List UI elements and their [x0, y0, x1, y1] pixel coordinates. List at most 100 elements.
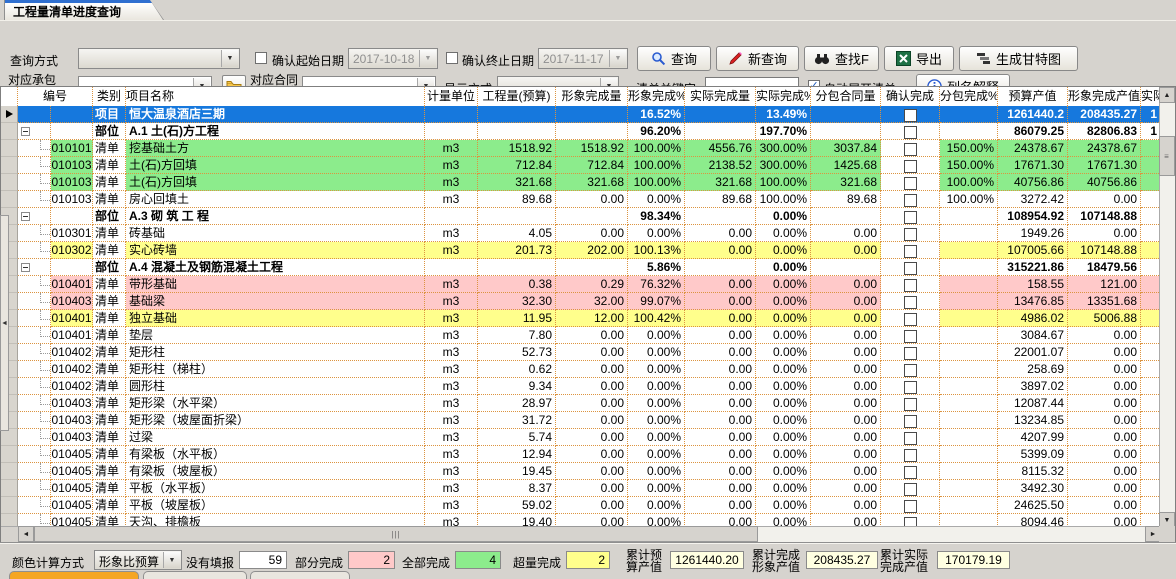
cell-aval[interactable] — [1141, 225, 1161, 242]
cell-bval[interactable]: 4207.99 — [998, 429, 1068, 446]
cell-actp[interactable]: 0.00% — [756, 480, 811, 497]
cell-subp[interactable] — [940, 378, 998, 395]
cell-no[interactable]: 010401 — [51, 327, 93, 344]
cell-actp[interactable]: 0.00% — [756, 208, 811, 225]
vertical-scroll-thumb[interactable]: ≡ — [1159, 136, 1175, 176]
tree-gutter[interactable] — [18, 310, 51, 327]
cell-unit[interactable]: m3 — [425, 412, 478, 429]
column-header-subq[interactable]: 分包合同量 — [811, 87, 881, 106]
column-header-actp[interactable]: 实际完成% — [756, 87, 811, 106]
column-header-qty[interactable]: 工程量(预算) — [478, 87, 556, 106]
cell-aval[interactable] — [1141, 259, 1161, 276]
cell-cat[interactable]: 清单 — [93, 191, 126, 208]
cell-subq[interactable]: 0.00 — [811, 412, 881, 429]
cell-name[interactable]: 有梁板（坡屋板） — [126, 463, 425, 480]
cell-unit[interactable]: m3 — [425, 395, 478, 412]
cell-no[interactable]: 010403 — [51, 412, 93, 429]
cell-ival[interactable]: 121.00 — [1068, 276, 1141, 293]
cell-unit[interactable]: m3 — [425, 157, 478, 174]
grid-row[interactable]: 010403清单矩形梁（水平梁）m328.970.000.00%0.000.00… — [1, 395, 1161, 412]
cell-actp[interactable]: 0.00% — [756, 463, 811, 480]
cell-aval[interactable] — [1141, 344, 1161, 361]
cell-no[interactable] — [51, 259, 93, 276]
cell-no[interactable]: 010401 — [51, 276, 93, 293]
cell-name[interactable]: A.3 砌 筑 工 程 — [126, 208, 425, 225]
row-indicator[interactable] — [1, 157, 18, 174]
cell-ival[interactable]: 24378.67 — [1068, 140, 1141, 157]
cell-cat[interactable]: 项目 — [93, 106, 126, 123]
cell-imgq[interactable] — [556, 259, 628, 276]
cell-unit[interactable]: m3 — [425, 293, 478, 310]
grid-row[interactable]: 010103清单土(石)方回填m3712.84712.84100.00%2138… — [1, 157, 1161, 174]
cell-imgp[interactable]: 0.00% — [628, 429, 685, 446]
cell-imgq[interactable]: 32.00 — [556, 293, 628, 310]
cell-no[interactable]: 010403 — [51, 395, 93, 412]
tree-gutter[interactable] — [18, 497, 51, 514]
confirm-checkbox[interactable] — [904, 279, 917, 292]
cell-bval[interactable]: 3272.42 — [998, 191, 1068, 208]
cell-no[interactable] — [51, 123, 93, 140]
cell-bval[interactable]: 22001.07 — [998, 344, 1068, 361]
cell-imgp[interactable]: 100.00% — [628, 174, 685, 191]
cell-bval[interactable]: 3084.67 — [998, 327, 1068, 344]
cell-ival[interactable]: 0.00 — [1068, 429, 1141, 446]
cell-subp[interactable] — [940, 276, 998, 293]
row-indicator[interactable] — [1, 480, 18, 497]
cell-aval[interactable] — [1141, 395, 1161, 412]
cell-name[interactable]: 有梁板（水平板） — [126, 446, 425, 463]
cell-subp[interactable] — [940, 429, 998, 446]
cell-imgp[interactable]: 100.00% — [628, 140, 685, 157]
cell-imgp[interactable]: 16.52% — [628, 106, 685, 123]
cell-aval[interactable] — [1141, 361, 1161, 378]
cell-name[interactable]: 矩形梁（坡屋面折梁） — [126, 412, 425, 429]
cell-bval[interactable]: 108954.92 — [998, 208, 1068, 225]
cell-bval[interactable]: 315221.86 — [998, 259, 1068, 276]
start-date-checkbox[interactable] — [255, 52, 267, 64]
cell-imgp[interactable]: 0.00% — [628, 344, 685, 361]
cell-qty[interactable]: 7.80 — [478, 327, 556, 344]
cell-bval[interactable]: 4986.02 — [998, 310, 1068, 327]
cell-confirm[interactable] — [881, 412, 940, 429]
cell-no[interactable]: 010403 — [51, 429, 93, 446]
grid-row[interactable]: 010403清单过梁m35.740.000.00%0.000.00%0.0042… — [1, 429, 1161, 446]
cell-actp[interactable]: 13.49% — [756, 106, 811, 123]
cell-aval[interactable]: 1 — [1141, 123, 1161, 140]
cell-name[interactable]: A.1 土(石)方工程 — [126, 123, 425, 140]
cell-ival[interactable]: 0.00 — [1068, 497, 1141, 514]
cell-imgq[interactable] — [556, 208, 628, 225]
cell-confirm[interactable] — [881, 259, 940, 276]
cell-ival[interactable]: 107148.88 — [1068, 208, 1141, 225]
cell-qty[interactable]: 201.73 — [478, 242, 556, 259]
cell-unit[interactable]: m3 — [425, 242, 478, 259]
cell-actp[interactable]: 0.00% — [756, 361, 811, 378]
confirm-checkbox[interactable] — [904, 381, 917, 394]
row-indicator[interactable] — [1, 123, 18, 140]
cell-confirm[interactable] — [881, 140, 940, 157]
cell-bval[interactable]: 1949.26 — [998, 225, 1068, 242]
cell-ival[interactable]: 0.00 — [1068, 191, 1141, 208]
cell-imgp[interactable]: 76.32% — [628, 276, 685, 293]
cell-subp[interactable] — [940, 412, 998, 429]
row-indicator[interactable] — [1, 446, 18, 463]
cell-imgq[interactable]: 0.00 — [556, 191, 628, 208]
cell-imgq[interactable]: 0.29 — [556, 276, 628, 293]
cell-imgp[interactable]: 0.00% — [628, 480, 685, 497]
cell-cat[interactable]: 清单 — [93, 395, 126, 412]
cell-ival[interactable]: 0.00 — [1068, 327, 1141, 344]
bottom-tab-active[interactable] — [9, 571, 139, 579]
cell-qty[interactable]: 0.62 — [478, 361, 556, 378]
cell-confirm[interactable] — [881, 361, 940, 378]
cell-actq[interactable]: 0.00 — [685, 327, 756, 344]
confirm-checkbox[interactable] — [904, 313, 917, 326]
confirm-checkbox[interactable] — [904, 211, 917, 224]
cell-actq[interactable]: 0.00 — [685, 242, 756, 259]
scroll-up-button[interactable]: ▲ — [1159, 87, 1175, 103]
confirm-checkbox[interactable] — [904, 483, 917, 496]
cell-actq[interactable] — [685, 106, 756, 123]
cell-actq[interactable]: 0.00 — [685, 446, 756, 463]
cell-name[interactable]: 实心砖墙 — [126, 242, 425, 259]
cell-ival[interactable]: 17671.30 — [1068, 157, 1141, 174]
confirm-checkbox[interactable] — [904, 432, 917, 445]
cell-actq[interactable]: 0.00 — [685, 225, 756, 242]
row-indicator[interactable] — [1, 174, 18, 191]
